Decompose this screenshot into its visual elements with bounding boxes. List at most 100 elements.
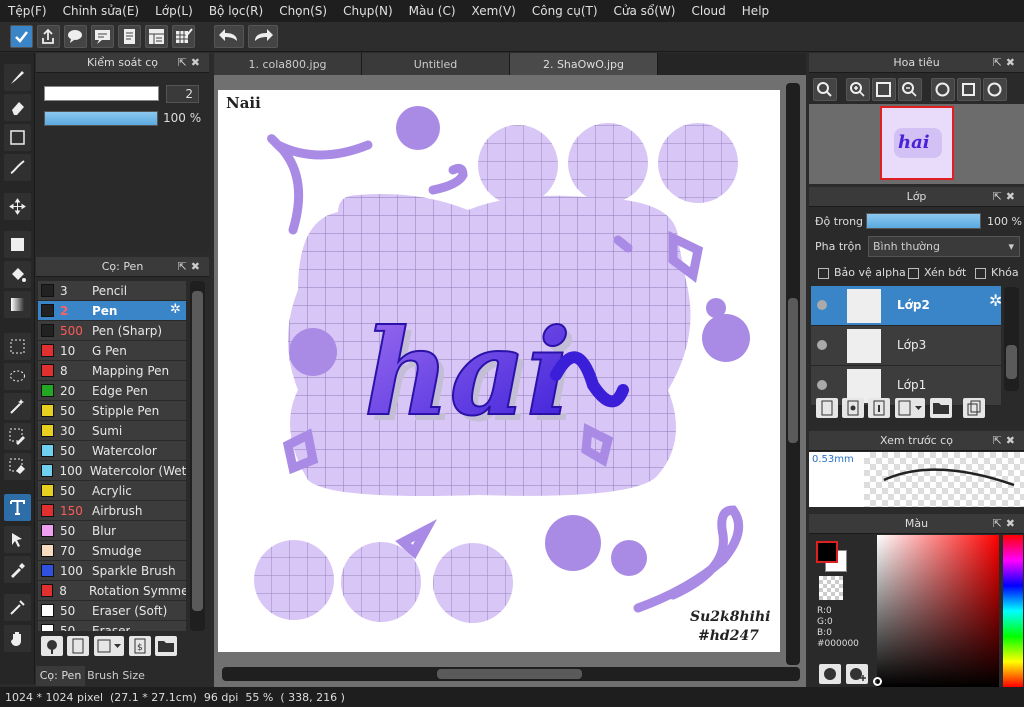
layer-row[interactable]: Lớp2 [811, 286, 1001, 326]
menu-item[interactable]: Cloud [684, 4, 734, 18]
menu-item[interactable]: Cửa sổ(W) [606, 4, 684, 18]
brush-folder-button[interactable] [155, 636, 177, 656]
canvas-vertical-scroll-thumb[interactable] [788, 298, 798, 443]
panel-buttons[interactable]: ⇱✖ [993, 434, 1019, 447]
brush-settings-gear-icon[interactable]: ✲ [170, 302, 181, 317]
message-button[interactable] [91, 25, 114, 48]
document-tab[interactable]: 2. ShaOwO.jpg [510, 53, 658, 75]
new-brush-button[interactable] [67, 636, 89, 656]
check-tool-button[interactable] [10, 25, 33, 48]
brush-item[interactable]: 2 Pen [38, 301, 186, 321]
zoom-fit-button[interactable] [813, 78, 837, 101]
brush-opacity-slider[interactable] [44, 111, 158, 126]
navigator-thumbnail[interactable]: hai [880, 106, 954, 180]
rotate-left-button[interactable] [931, 78, 955, 101]
duplicate-layer-button[interactable] [963, 398, 985, 418]
fill-rectangle-tool[interactable] [4, 231, 31, 258]
brush-item[interactable]: 3 Pencil [38, 281, 186, 301]
brush-item[interactable]: 8 Rotation Symmet [38, 581, 186, 601]
rectangle-tool[interactable] [4, 124, 31, 151]
brush-size-slider[interactable] [44, 86, 159, 101]
brush-list-scroll-thumb[interactable] [192, 291, 203, 611]
text-tool[interactable] [4, 494, 31, 521]
brush-item[interactable]: 50 Stipple Pen [38, 401, 186, 421]
color-palette-button[interactable] [819, 664, 841, 684]
layer-settings-gear-icon[interactable]: ✲ [989, 291, 1002, 310]
menu-item[interactable]: Lớp(L) [147, 4, 201, 18]
lasso-tool[interactable] [4, 363, 31, 390]
bucket-tool[interactable] [4, 261, 31, 288]
blend-mode-select[interactable]: Bình thường ▾ [868, 236, 1020, 257]
layer-list-scroll-thumb[interactable] [1006, 345, 1017, 379]
brush-item[interactable]: 50 Eraser (Soft) [38, 601, 186, 621]
layer-opacity-slider[interactable] [866, 213, 981, 229]
menu-item[interactable]: Chỉnh sửa(E) [55, 4, 148, 18]
new-1bit-layer-button[interactable] [868, 398, 890, 418]
menu-item[interactable]: Chọn(S) [271, 4, 335, 18]
menu-item[interactable]: Màu (C) [401, 4, 464, 18]
select-eraser-tool[interactable] [4, 453, 31, 480]
brush-item[interactable]: 10 G Pen [38, 341, 186, 361]
share-button[interactable] [37, 25, 60, 48]
redo-button[interactable] [248, 25, 278, 48]
rotate-right-button[interactable] [983, 78, 1007, 101]
menu-item[interactable]: Tệp(F) [0, 4, 55, 18]
brush-item[interactable]: 50 Watercolor [38, 441, 186, 461]
comment-button[interactable] [64, 25, 87, 48]
panel-buttons[interactable]: ⇱✖ [178, 56, 204, 69]
brush-copy-button[interactable]: $ [129, 636, 151, 656]
layer-list-scrollbar[interactable] [1004, 287, 1019, 391]
brush-item[interactable]: 30 Sumi [38, 421, 186, 441]
brush-list-scrollbar[interactable] [190, 281, 205, 631]
color-history-button[interactable] [846, 664, 868, 684]
move-tool[interactable] [4, 193, 31, 220]
canvas-horizontal-scrollbar[interactable] [222, 667, 800, 681]
panel-layout-button[interactable] [145, 25, 168, 48]
menu-item[interactable]: Help [734, 4, 777, 18]
brush-options-dropdown[interactable] [94, 636, 124, 656]
brush-item[interactable]: 8 Mapping Pen [38, 361, 186, 381]
fit-window-button[interactable] [872, 78, 896, 101]
canvas[interactable]: hai hai Naii Su2k8hihi #hd247 [218, 90, 780, 652]
operation-tool[interactable] [4, 526, 31, 553]
protect-alpha-checkbox[interactable]: Bảo vệ alpha [818, 266, 906, 279]
select-pen-tool[interactable] [4, 423, 31, 450]
menu-item[interactable]: Công cụ(T) [524, 4, 606, 18]
select-rect-tool[interactable] [4, 333, 31, 360]
menu-item[interactable]: Xem(V) [464, 4, 524, 18]
transparent-color-swatch[interactable] [819, 576, 843, 600]
document-button[interactable] [118, 25, 141, 48]
navigator-view[interactable]: hai [809, 104, 1024, 184]
saturation-value-picker[interactable] [873, 535, 999, 687]
eraser-tool[interactable] [4, 94, 31, 121]
brush-item[interactable]: 20 Edge Pen [38, 381, 186, 401]
zoom-out-button[interactable] [898, 78, 922, 101]
eye-icon[interactable] [817, 340, 827, 350]
reset-view-button[interactable] [957, 78, 981, 101]
foreground-color-swatch[interactable] [816, 541, 838, 563]
grid-check-button[interactable] [172, 25, 195, 48]
tab-brush[interactable]: Cọ: Pen [36, 666, 85, 686]
tab-brush-size[interactable]: Brush Size [86, 666, 146, 686]
layer-row[interactable]: Lớp3 [811, 326, 1001, 366]
magic-wand-tool[interactable] [4, 393, 31, 420]
canvas-vertical-scrollbar[interactable] [786, 83, 800, 665]
brush-item[interactable]: 100 Sparkle Brush [38, 561, 186, 581]
undo-button[interactable] [214, 25, 244, 48]
canvas-area[interactable]: hai hai Naii Su2k8hihi #hd247 [214, 75, 806, 687]
eye-icon[interactable] [817, 300, 827, 310]
document-tab[interactable]: 1. cola800.jpg [214, 53, 362, 75]
hue-slider[interactable] [1003, 535, 1023, 687]
layer-options-dropdown[interactable] [895, 398, 925, 418]
menu-item[interactable]: Chụp(N) [335, 4, 401, 18]
new-layer-button[interactable] [816, 398, 838, 418]
hand-tool[interactable] [4, 625, 31, 652]
panel-buttons[interactable]: ⇱✖ [993, 517, 1019, 530]
canvas-horizontal-scroll-thumb[interactable] [437, 669, 582, 679]
eye-icon[interactable] [817, 380, 827, 390]
zoom-in-button[interactable] [846, 78, 870, 101]
menu-item[interactable]: Bộ lọc(R) [201, 4, 271, 18]
brush-tool[interactable] [4, 64, 31, 91]
brush-size-value[interactable]: 2 [166, 85, 199, 103]
panel-buttons[interactable]: ⇱✖ [178, 260, 204, 273]
